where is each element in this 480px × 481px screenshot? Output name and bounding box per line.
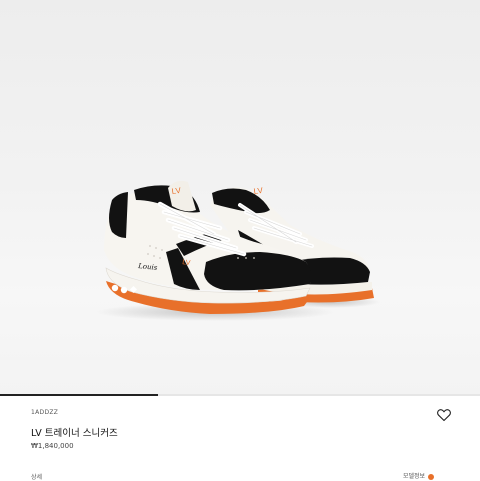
color-dot-icon bbox=[428, 473, 435, 480]
svg-text:LV: LV bbox=[253, 186, 264, 196]
color-selector-label: 모델정보 bbox=[403, 473, 426, 480]
heart-outline-icon bbox=[437, 409, 451, 422]
sneaker-image: LV LV Louis LV bbox=[95, 180, 380, 321]
product-info: 1ADDZZ LV 트레이너 스니커즈 ₩1,840,000 상세 모델정보 bbox=[0, 396, 480, 481]
product-price: ₩1,840,000 bbox=[31, 442, 74, 450]
product-image-area[interactable]: LV LV Louis LV bbox=[0, 0, 480, 395]
wishlist-button[interactable] bbox=[436, 407, 452, 423]
product-sku: 1ADDZZ bbox=[31, 409, 59, 416]
svg-text:LV: LV bbox=[182, 259, 191, 267]
product-name: LV 트레이너 스니커즈 bbox=[31, 428, 118, 439]
color-selector[interactable]: 모델정보 bbox=[403, 471, 435, 480]
